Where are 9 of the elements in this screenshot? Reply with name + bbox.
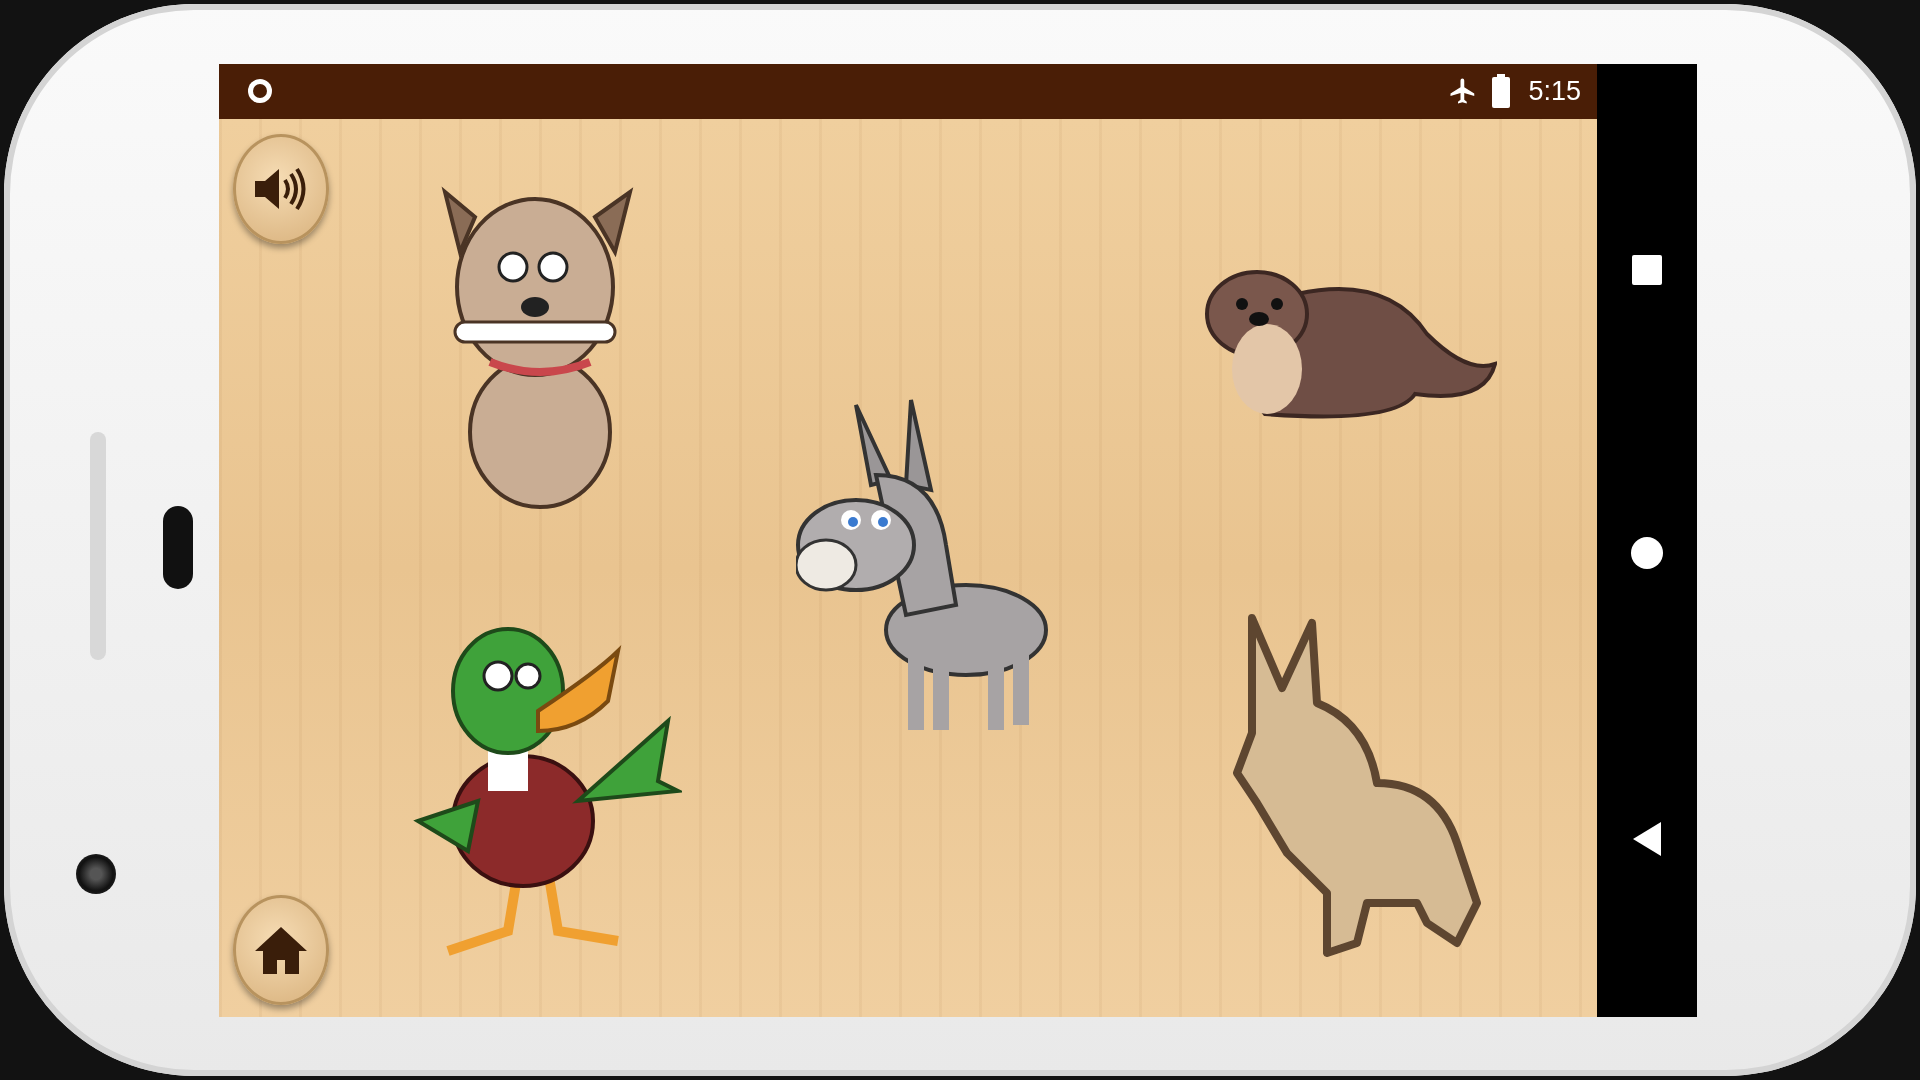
record-icon	[245, 76, 275, 106]
sound-button[interactable]	[233, 133, 329, 244]
camera-lens	[76, 854, 116, 894]
recents-button[interactable]	[1631, 253, 1663, 286]
clock: 5:15	[1528, 75, 1581, 107]
back-button[interactable]	[1632, 820, 1662, 857]
battery-icon	[1492, 74, 1511, 108]
home-button[interactable]	[233, 894, 329, 1005]
home-nav-button[interactable]	[1630, 536, 1664, 570]
